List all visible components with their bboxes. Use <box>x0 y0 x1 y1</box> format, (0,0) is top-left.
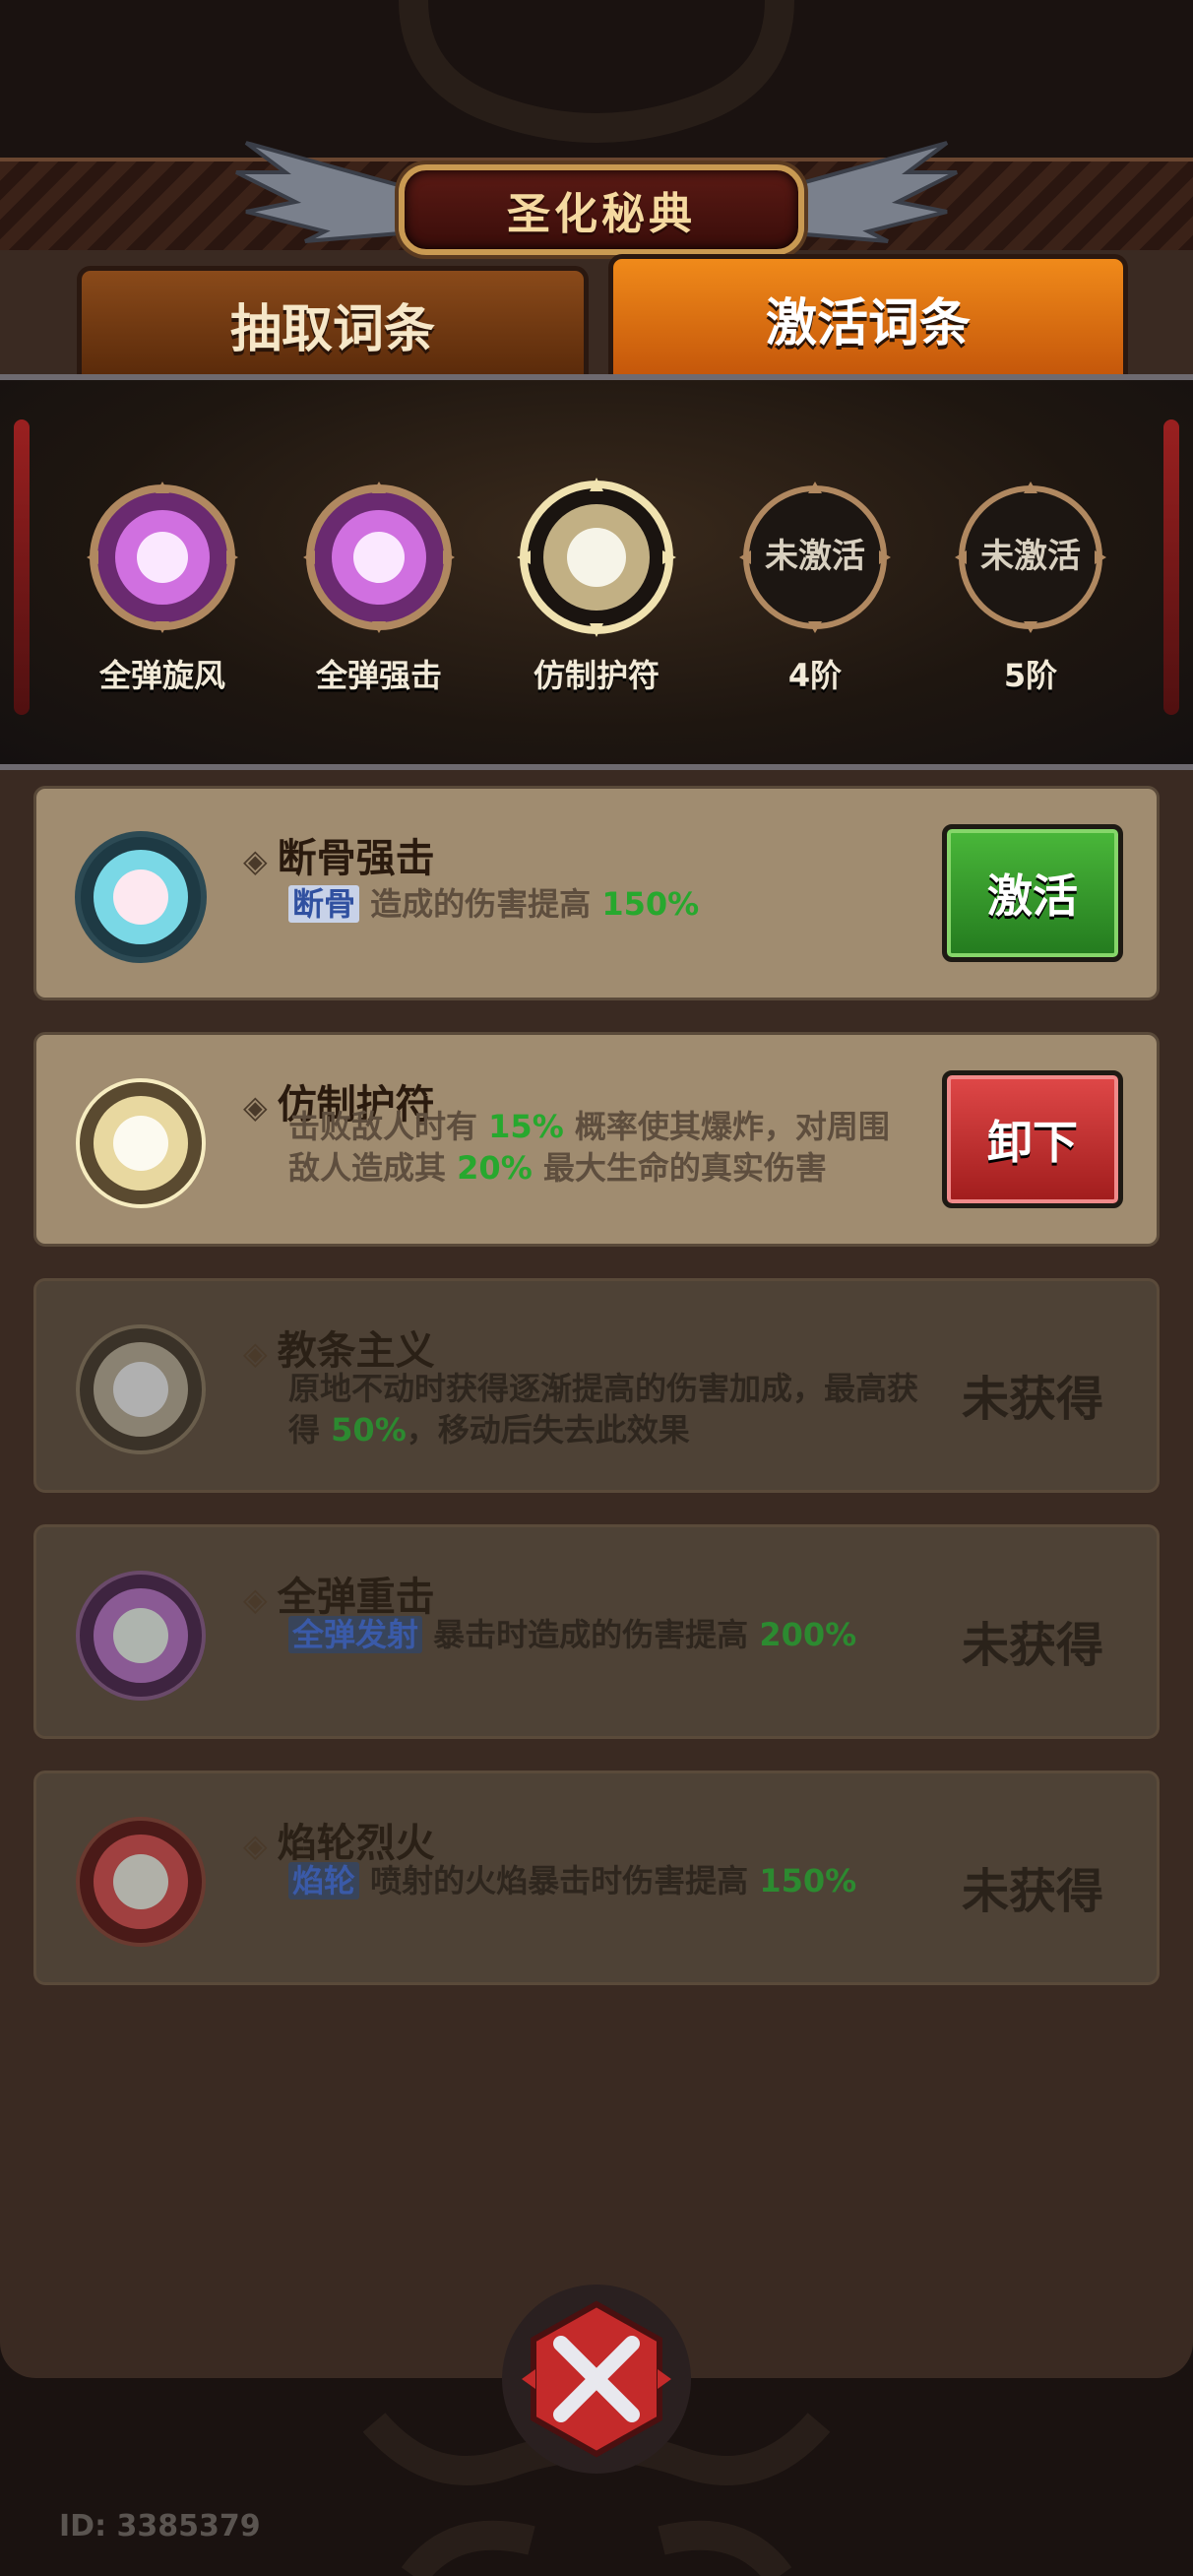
slot-4[interactable]: 未激活 <box>731 474 899 641</box>
left-wing-icon <box>235 141 423 243</box>
left-frame-ornament <box>14 419 30 715</box>
purple-orb-icon <box>303 482 455 633</box>
diamond-bullet-icon: ◈ <box>243 1334 268 1372</box>
entry-card-replica-amulet: ◈ 仿制护符 击败敌人时有 15% 概率使其爆炸，对周围敌人造成其 20% 最大生… <box>33 1032 1160 1247</box>
keyword-tag: 焰轮 <box>288 1862 360 1900</box>
slot-2[interactable] <box>295 474 463 641</box>
entry-description: 焰轮 喷射的火焰暴击时伤害提高 150% <box>288 1860 918 1901</box>
diamond-bullet-icon: ◈ <box>243 1827 268 1864</box>
cyan-orb-icon <box>75 831 207 963</box>
slot-status-text: 未激活 <box>765 537 865 576</box>
entry-description: 全弹发射 暴击时造成的伤害提高 200% <box>288 1614 918 1655</box>
value-highlight: 150% <box>601 885 700 923</box>
value-highlight: 50% <box>331 1411 407 1449</box>
slot-label-3: 仿制护符 <box>533 657 659 694</box>
entry-description: 断骨 造成的伤害提高 150% <box>288 883 918 925</box>
slot-label-5: 5阶 <box>1003 657 1058 694</box>
slot-status-text: 未激活 <box>980 537 1081 576</box>
purple-orb-icon <box>87 482 238 633</box>
tab-activate-entries[interactable]: 激活词条 <box>608 254 1128 382</box>
purple-orb-icon <box>76 1571 206 1701</box>
activate-button[interactable]: 激活 <box>942 824 1123 962</box>
not-obtained-label: 未获得 <box>961 1864 1103 1919</box>
diamond-bullet-icon: ◈ <box>243 1088 268 1126</box>
user-id-label: ID: 3385379 <box>59 2509 261 2544</box>
entry-description: 原地不动时获得逐渐提高的伤害加成，最高获得 50%，移动后失去此效果 <box>288 1370 919 1449</box>
diamond-bullet-icon: ◈ <box>243 1580 268 1618</box>
slot-label-1: 全弹旋风 <box>98 657 225 694</box>
equipped-slots-bar: 全弹旋风 全弹强击 仿制护符 未激活 4阶 未激活 5阶 <box>0 374 1193 770</box>
slot-label-4: 4阶 <box>787 657 843 694</box>
title-banner: 圣化秘典 <box>226 133 967 266</box>
entry-description: 击败敌人时有 15% 概率使其爆炸，对周围敌人造成其 20% 最大生命的真实伤害 <box>288 1108 890 1187</box>
slot-1[interactable] <box>79 474 246 641</box>
close-button[interactable] <box>502 2285 691 2474</box>
entry-card-bone-breaker: ◈ 断骨强击 断骨 造成的伤害提高 150% 激活 <box>33 786 1160 1000</box>
unequip-button[interactable]: 卸下 <box>942 1070 1123 1208</box>
slot-5[interactable]: 未激活 <box>947 474 1114 641</box>
value-highlight: 20% <box>457 1149 533 1187</box>
page-title: 圣化秘典 <box>399 164 804 255</box>
value-highlight: 150% <box>759 1862 857 1900</box>
grey-orb-icon <box>76 1324 206 1454</box>
value-highlight: 200% <box>759 1616 857 1653</box>
right-frame-ornament <box>1163 419 1179 715</box>
slot-3[interactable] <box>513 474 680 641</box>
golden-orb-icon <box>76 1078 206 1208</box>
entry-card-dogmatism: ◈ 教条主义 原地不动时获得逐渐提高的伤害加成，最高获得 50%，移动后失去此效果… <box>33 1278 1160 1493</box>
value-highlight: 15% <box>488 1108 564 1145</box>
tab-draw-entries[interactable]: 抽取词条 <box>77 266 589 382</box>
entry-title: ◈ 断骨强击 <box>243 836 435 881</box>
not-obtained-label: 未获得 <box>961 1618 1103 1673</box>
entry-card-flame-wheel: ◈ 焰轮烈火 焰轮 喷射的火焰暴击时伤害提高 150% 未获得 <box>33 1771 1160 1985</box>
slot-label-2: 全弹强击 <box>315 657 442 694</box>
keyword-tag: 全弹发射 <box>288 1616 423 1653</box>
red-orb-icon <box>76 1817 206 1947</box>
entry-card-full-barrage-heavy: ◈ 全弹重击 全弹发射 暴击时造成的伤害提高 200% 未获得 <box>33 1524 1160 1739</box>
diamond-bullet-icon: ◈ <box>243 842 268 879</box>
keyword-tag: 断骨 <box>288 885 360 923</box>
not-obtained-label: 未获得 <box>961 1372 1103 1427</box>
close-x-icon <box>522 2300 671 2458</box>
golden-orb-icon <box>517 478 676 637</box>
